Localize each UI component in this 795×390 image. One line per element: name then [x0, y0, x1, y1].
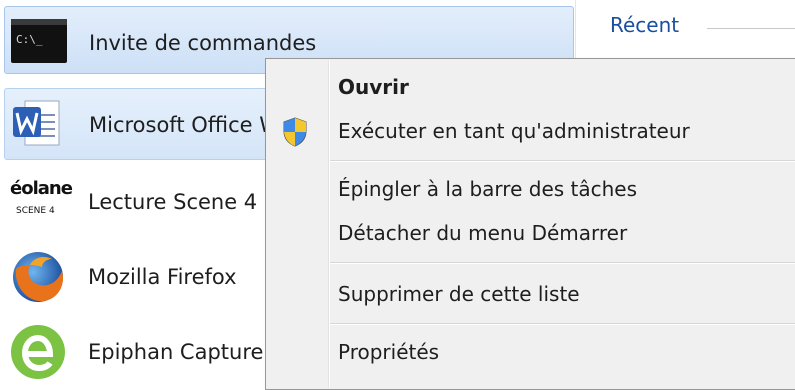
menu-separator — [330, 160, 795, 162]
word-icon — [11, 97, 63, 149]
menu-item-properties[interactable]: Propriétés — [338, 340, 439, 364]
program-label-command-prompt: Invite de commandes — [89, 31, 317, 55]
menu-item-unpin-from-start-menu[interactable]: Détacher du menu Démarrer — [338, 221, 627, 245]
menu-item-pin-to-taskbar[interactable]: Épingler à la barre des tâches — [338, 177, 637, 201]
menu-item-remove-from-list[interactable]: Supprimer de cette liste — [338, 282, 580, 306]
eolane-icon-text: éolane — [10, 178, 73, 199]
scene4-icon-text: SCENE 4 — [16, 206, 55, 216]
context-menu: Ouvrir Exécuter en tant qu'administrateu… — [265, 58, 795, 390]
uac-shield-icon — [282, 117, 308, 147]
menu-separator — [330, 262, 795, 264]
program-label-lecture-scene-4: Lecture Scene 4 — [88, 190, 258, 214]
context-menu-icon-gutter — [328, 61, 330, 387]
program-label-mozilla-firefox: Mozilla Firefox — [88, 265, 237, 289]
cmd-icon-text: C:\_ — [16, 33, 43, 46]
cmd-icon: C:\_ — [11, 19, 67, 63]
menu-item-open[interactable]: Ouvrir — [338, 75, 409, 99]
menu-separator — [330, 323, 795, 325]
program-label-microsoft-word: Microsoft Office W — [89, 113, 280, 137]
recent-section-label: Récent — [610, 13, 680, 37]
epiphan-icon — [8, 322, 68, 382]
recent-divider — [707, 28, 795, 29]
menu-item-run-as-administrator[interactable]: Exécuter en tant qu'administrateur — [338, 119, 690, 143]
eolane-scene4-icon: éolane SCENE 4 — [10, 176, 73, 224]
firefox-icon — [8, 247, 68, 307]
program-label-epiphan-capture: Epiphan Capture — [88, 340, 264, 364]
